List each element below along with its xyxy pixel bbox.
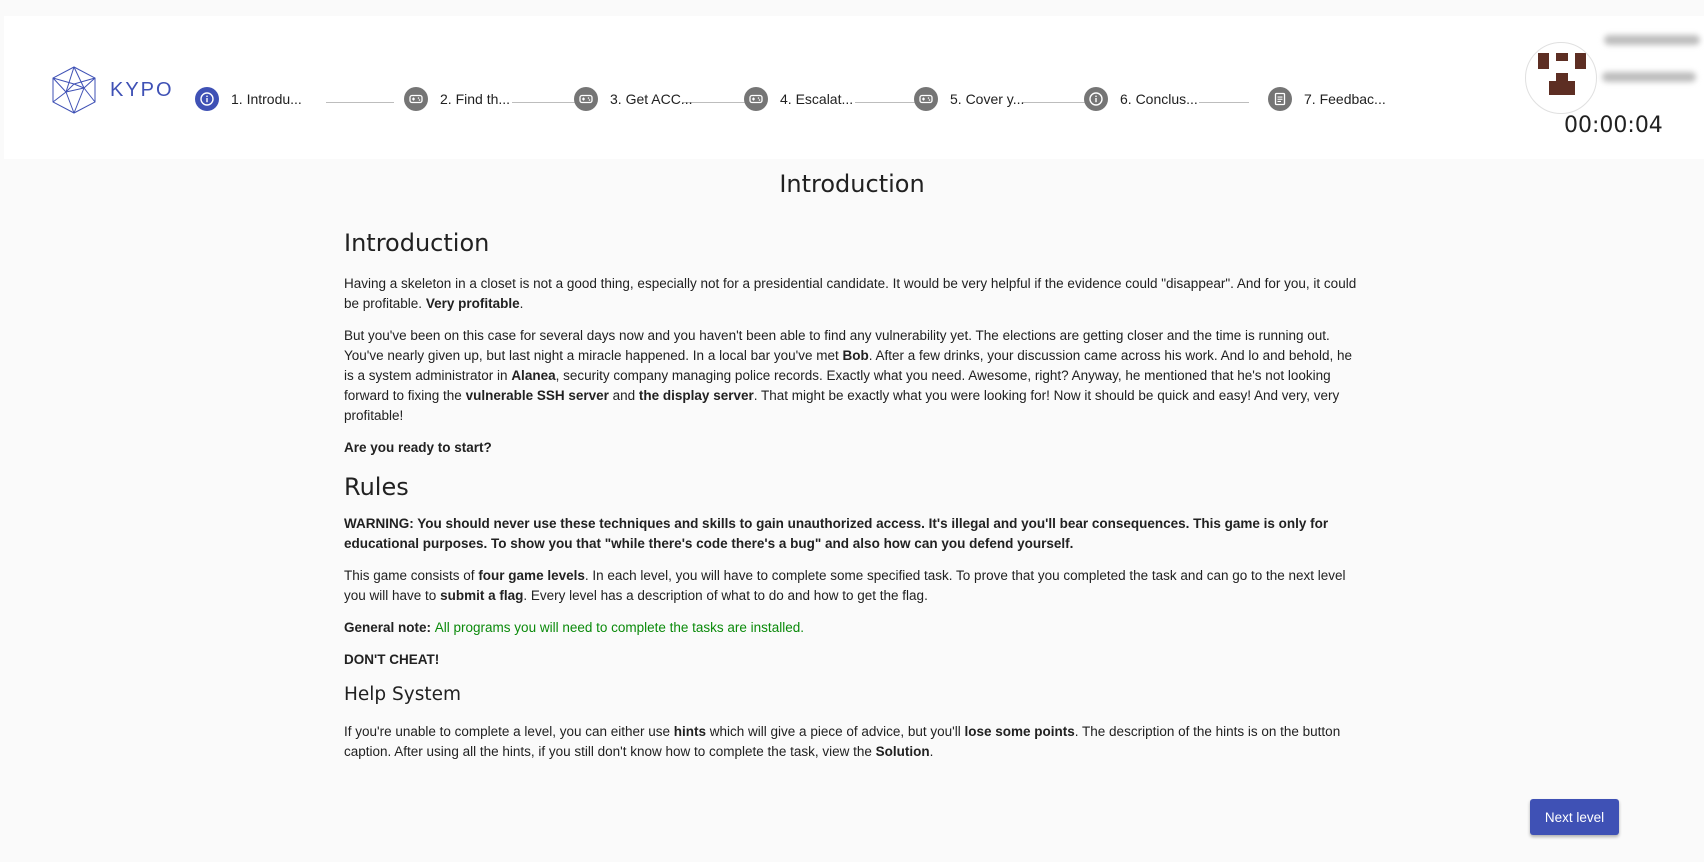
- next-level-button[interactable]: Next level: [1530, 799, 1619, 835]
- step-connector: [326, 102, 394, 103]
- step-label: 7. Feedbac...: [1304, 91, 1386, 107]
- user-email-redacted: [1602, 72, 1696, 82]
- step-escalate[interactable]: 4. Escalat...: [744, 87, 853, 111]
- assessment-icon: [1268, 87, 1292, 111]
- step-label: 2. Find th...: [440, 91, 511, 107]
- step-find[interactable]: 2. Find th...: [404, 87, 510, 111]
- identicon-icon: [1538, 53, 1586, 95]
- step-get-access[interactable]: 3. Get ACC...: [574, 87, 692, 111]
- dont-cheat: DON'T CHEAT!: [344, 652, 440, 667]
- intro-paragraph-2: But you've been on this case for several…: [344, 328, 1352, 423]
- step-connector: [512, 102, 580, 103]
- step-label: 6. Conclus...: [1120, 91, 1198, 107]
- step-conclusion[interactable]: 6. Conclus...: [1084, 87, 1198, 111]
- kypo-logo: KYPO: [48, 64, 174, 116]
- step-connector: [1199, 102, 1249, 103]
- user-avatar[interactable]: [1525, 42, 1597, 114]
- help-paragraph: If you're unable to complete a level, yo…: [344, 724, 1341, 759]
- step-connector: [1022, 102, 1090, 103]
- gamepad-icon: [744, 87, 768, 111]
- gamepad-icon: [914, 87, 938, 111]
- step-label: 5. Cover y...: [950, 91, 1025, 107]
- step-introduction[interactable]: 1. Introdu...: [195, 87, 302, 111]
- rules-heading: Rules: [344, 473, 409, 501]
- step-label: 4. Escalat...: [780, 91, 854, 107]
- step-connector: [683, 102, 751, 103]
- page-title: Introduction: [779, 170, 925, 198]
- user-name-redacted: [1604, 35, 1700, 45]
- warning-text: WARNING: You should never use these tech…: [344, 516, 1329, 551]
- step-label: 3. Get ACC...: [610, 91, 693, 107]
- logo-text: KYPO: [110, 78, 174, 101]
- intro-heading: Introduction: [344, 229, 490, 257]
- info-icon: [1084, 87, 1108, 111]
- step-connector: [855, 102, 923, 103]
- level-description: Introduction Having a skeleton in a clos…: [344, 226, 1364, 774]
- rules-paragraph: This game consists of four game levels. …: [344, 568, 1346, 603]
- intro-paragraph-1: Having a skeleton in a closet is not a g…: [344, 276, 1357, 311]
- gamepad-icon: [574, 87, 598, 111]
- help-heading: Help System: [344, 684, 462, 705]
- step-label: 1. Introdu...: [231, 91, 302, 107]
- info-icon: [195, 87, 219, 111]
- general-note: General note: All programs you will need…: [344, 620, 804, 635]
- kypo-polyhedron-icon: [52, 66, 96, 114]
- top-bar: KYPO 1. Introdu... 2. Find th... 3. Get …: [4, 16, 1704, 159]
- gamepad-icon: [404, 87, 428, 111]
- step-cover[interactable]: 5. Cover y...: [914, 87, 1024, 111]
- step-feedback[interactable]: 7. Feedbac...: [1268, 87, 1386, 111]
- ready-question: Are you ready to start?: [344, 440, 492, 455]
- elapsed-timer: 00:00:04: [1564, 113, 1663, 138]
